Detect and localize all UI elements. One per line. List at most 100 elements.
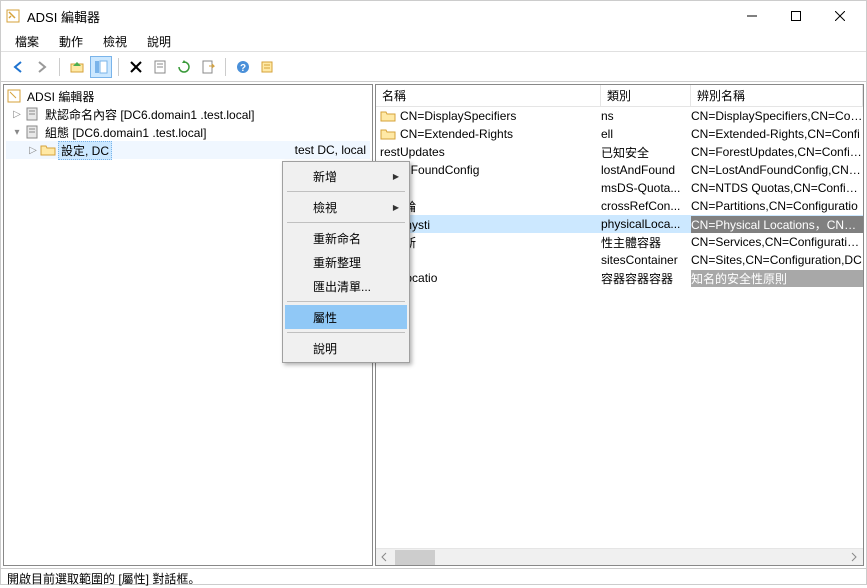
cell-dn: CN=NTDS Quotas,CN=Configur (691, 181, 863, 195)
expand-icon[interactable]: ▷ (10, 109, 24, 120)
tree-label: 組態 [DC6.domain1 .test.local] (42, 123, 209, 142)
list-row[interactable]: 卡達斯性主體容器CN=Services,CN=Configuration, (376, 233, 863, 251)
menu-view[interactable]: 檢視 (95, 32, 135, 51)
close-button[interactable] (818, 2, 862, 30)
container-icon (24, 124, 40, 140)
folder-icon (380, 126, 396, 142)
cm-label: 屬性 (313, 309, 337, 326)
tree-suffix: test DC, local (295, 143, 370, 157)
folder-icon (40, 142, 56, 158)
properties-button[interactable] (149, 56, 171, 78)
forward-button[interactable] (31, 56, 53, 78)
cell-dn: CN=Extended-Rights,CN=Confi (691, 127, 863, 141)
cm-label: 檢視 (313, 199, 337, 216)
scroll-left-icon[interactable] (376, 549, 393, 566)
tree-label: 設定, DC (58, 141, 112, 160)
svg-text:?: ? (240, 63, 246, 74)
cm-label: 新增 (313, 168, 337, 185)
cm-help[interactable]: 說明 (285, 336, 407, 360)
refresh-button[interactable] (173, 56, 195, 78)
tree-node-config[interactable]: ▾ 組態 [DC6.domain1 .test.local] (6, 123, 370, 141)
menu-action[interactable]: 動作 (51, 32, 91, 51)
toolbar-separator (59, 58, 60, 76)
list-row[interactable]: essitesContainerCN=Sites,CN=Configuratio… (376, 251, 863, 269)
list-row[interactable]: cal Locatio容器容器容器知名的安全性原則 (376, 269, 863, 287)
tree-node-settings[interactable]: ▷ 設定, DC test DC, local (6, 141, 370, 159)
window-title: ADSI 編輯器 (27, 7, 730, 26)
statusbar: 開啟目前選取範圍的 [屬性] 對話框。 (1, 568, 866, 588)
cell-class: 已知安全 (601, 144, 691, 161)
maximize-button[interactable] (774, 2, 818, 30)
cm-view[interactable]: 檢視 (285, 195, 407, 219)
cell-class: ell (601, 127, 691, 141)
col-dn[interactable]: 辨別名稱 (691, 85, 863, 106)
delete-button[interactable] (125, 56, 147, 78)
export-button[interactable] (197, 56, 219, 78)
titlebar: ADSI 編輯器 (1, 1, 866, 31)
column-headers: 名稱 類別 辨別名稱 (376, 85, 863, 107)
cell-name: restUpdates (376, 145, 601, 159)
cell-dn: CN=DisplaySpecifiers,CN=Confi (691, 109, 863, 123)
cell-dn: CN=ForestUpdates,CN=Configu (691, 145, 863, 159)
app-icon (5, 8, 21, 24)
cell-class: 性主體容器 (601, 234, 691, 251)
expand-icon[interactable]: ▷ (26, 145, 40, 156)
list-body[interactable]: CN=DisplaySpecifiersnsCN=DisplaySpecifie… (376, 107, 863, 548)
tree-root[interactable]: ADSI 編輯器 (6, 87, 370, 105)
collapse-icon[interactable]: ▾ (10, 127, 24, 138)
cm-separator (287, 332, 405, 333)
cell-dn: CN=Services,CN=Configuration, (691, 235, 863, 249)
cell-class: physicalLoca... (601, 217, 691, 231)
col-name[interactable]: 名稱 (376, 85, 601, 106)
tree-label: ADSI 編輯器 (24, 87, 97, 106)
cell-dn: CN=Partitions,CN=Configuratio (691, 199, 863, 213)
settings-button[interactable] (256, 56, 278, 78)
adsi-icon (6, 88, 22, 104)
cm-export[interactable]: 匯出清單... (285, 274, 407, 298)
list-row[interactable]: ù替 mystiphysicalLoca...CN=Physical Locat… (376, 215, 863, 233)
tree-node-naming[interactable]: ▷ 默認命名內容 [DC6.domain1 .test.local] (6, 105, 370, 123)
cell-class: 容器容器容器 (601, 270, 691, 287)
cell-class: crossRefCon... (601, 199, 691, 213)
horizontal-scrollbar[interactable] (376, 548, 863, 565)
col-class[interactable]: 類別 (601, 85, 691, 106)
cell-class: sitesContainer (601, 253, 691, 267)
cm-label: 重新整理 (313, 254, 361, 271)
list-row[interactable]: CN=DisplaySpecifiersnsCN=DisplaySpecifie… (376, 107, 863, 125)
cm-refresh[interactable]: 重新整理 (285, 250, 407, 274)
list-row[interactable]: TDSmsDS-Quota...CN=NTDS Quotas,CN=Config… (376, 179, 863, 197)
list-row[interactable]: stAndFoundConfiglostAndFoundCN=LostAndFo… (376, 161, 863, 179)
minimize-button[interactable] (730, 2, 774, 30)
cell-name: CN=Extended-Rights (376, 126, 601, 142)
list-pane: 名稱 類別 辨別名稱 CN=DisplaySpecifiersnsCN=Disp… (375, 84, 864, 566)
menu-file[interactable]: 檔案 (7, 32, 47, 51)
toolbar-separator (225, 58, 226, 76)
scroll-right-icon[interactable] (846, 549, 863, 566)
cm-properties[interactable]: 屬性 (285, 305, 407, 329)
cm-separator (287, 222, 405, 223)
menu-help[interactable]: 說明 (139, 32, 179, 51)
container-icon (24, 106, 40, 122)
back-button[interactable] (7, 56, 29, 78)
toolbar-separator (118, 58, 119, 76)
cell-dn: 知名的安全性原則 (691, 270, 863, 287)
cell-dn: CN=Physical Locations，CN=Cor (691, 216, 863, 233)
cell-dn: CN=LostAndFoundConfig,CN=C (691, 163, 863, 177)
cell-dn: CN=Sites,CN=Configuration,DC (691, 253, 863, 267)
status-text: 開啟目前選取範圍的 [屬性] 對話框。 (7, 570, 200, 587)
help-button[interactable]: ? (232, 56, 254, 78)
main-area: ADSI 編輯器 ▷ 默認命名內容 [DC6.domain1 .test.loc… (1, 82, 866, 568)
up-button[interactable] (66, 56, 88, 78)
window-controls (730, 2, 862, 30)
tree-label: 默認命名內容 [DC6.domain1 .test.local] (42, 105, 257, 124)
cm-label: 重新命名 (313, 230, 361, 247)
list-row[interactable]: 配額輪crossRefCon...CN=Partitions,CN=Config… (376, 197, 863, 215)
cm-separator (287, 191, 405, 192)
list-row[interactable]: CN=Extended-RightsellCN=Extended-Rights,… (376, 125, 863, 143)
cell-class: ns (601, 109, 691, 123)
scroll-thumb[interactable] (395, 550, 435, 565)
list-row[interactable]: restUpdates已知安全CN=ForestUpdates,CN=Confi… (376, 143, 863, 161)
cm-new[interactable]: 新增 (285, 164, 407, 188)
show-tree-button[interactable] (90, 56, 112, 78)
cm-rename[interactable]: 重新命名 (285, 226, 407, 250)
